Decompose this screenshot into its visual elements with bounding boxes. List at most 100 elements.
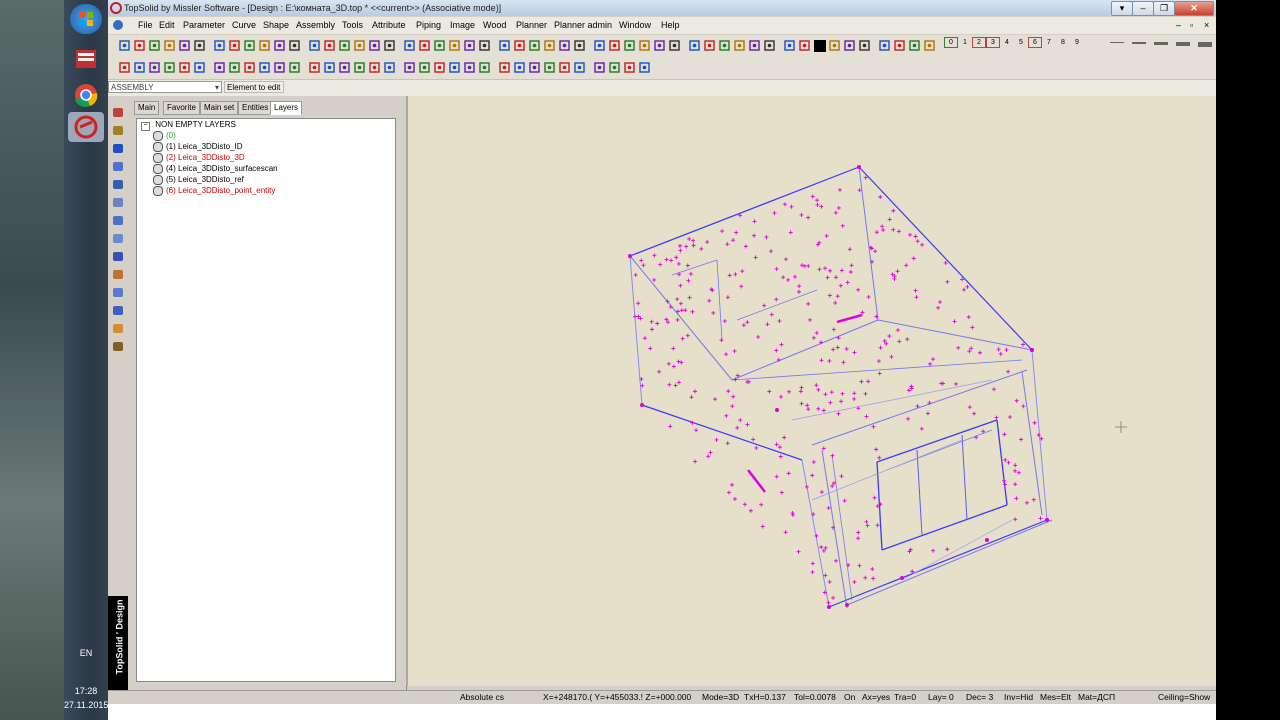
scan-point[interactable]	[945, 547, 950, 552]
scan-point[interactable]	[856, 287, 861, 292]
wireframe-edge[interactable]	[916, 449, 923, 536]
toolbar-tool-icon[interactable]	[243, 61, 256, 74]
toolbar-tool-icon[interactable]	[623, 61, 636, 74]
scan-point[interactable]	[998, 351, 1003, 356]
scan-vertex[interactable]	[827, 605, 831, 609]
scan-point[interactable]	[657, 369, 662, 374]
toolbar-tool-icon[interactable]	[383, 61, 396, 74]
wireframe-edge[interactable]	[731, 319, 879, 381]
scan-point[interactable]	[810, 570, 815, 575]
scan-point[interactable]	[1006, 460, 1011, 465]
toolbar-tool-icon[interactable]	[308, 39, 321, 52]
scan-point[interactable]	[691, 243, 696, 248]
line-width-option[interactable]: 6	[1028, 37, 1042, 48]
menu-shape[interactable]: Shape	[263, 20, 289, 30]
scan-point[interactable]	[852, 396, 857, 401]
scan-point[interactable]	[937, 300, 942, 305]
scan-point[interactable]	[920, 242, 925, 247]
scan-point[interactable]	[810, 473, 815, 478]
toolbar-tool-icon[interactable]	[433, 61, 446, 74]
scan-point[interactable]	[788, 230, 793, 235]
line-style-option[interactable]	[1198, 42, 1212, 47]
scan-point[interactable]	[783, 530, 788, 535]
toolbar-tool-icon[interactable]	[338, 39, 351, 52]
scan-point[interactable]	[719, 338, 724, 343]
graphics-viewport[interactable]	[406, 96, 1218, 686]
start-button[interactable]	[70, 4, 102, 34]
scan-point[interactable]	[825, 275, 830, 280]
scan-point[interactable]	[872, 495, 877, 500]
scan-point[interactable]	[1019, 437, 1024, 442]
scan-point[interactable]	[945, 279, 950, 284]
scan-point[interactable]	[754, 445, 759, 450]
line-width-option[interactable]: 3	[986, 37, 1000, 48]
scan-vertex[interactable]	[857, 165, 861, 169]
scan-point[interactable]	[782, 435, 787, 440]
scan-point[interactable]	[733, 272, 738, 277]
doc-minimize-button[interactable]: –	[1176, 20, 1181, 30]
line-width-option[interactable]: 1	[958, 37, 972, 48]
layer-item[interactable]: (5) Leica_3DDisto_ref	[153, 175, 244, 185]
toolbar-tool-icon[interactable]	[133, 61, 146, 74]
status-lay[interactable]: Lay= 0	[928, 692, 954, 702]
taskbar-topsolid[interactable]	[68, 112, 104, 142]
scan-point[interactable]	[677, 243, 682, 248]
menu-piping[interactable]: Piping	[416, 20, 441, 30]
toolbar-tool-icon[interactable]	[908, 39, 921, 52]
scan-point[interactable]	[679, 360, 684, 365]
scan-point[interactable]	[799, 212, 804, 217]
scan-point[interactable]	[684, 244, 689, 249]
menu-window[interactable]: Window	[619, 20, 651, 30]
scan-point[interactable]	[863, 575, 868, 580]
scan-point[interactable]	[1003, 482, 1008, 487]
scan-point[interactable]	[919, 426, 924, 431]
scan-point[interactable]	[994, 415, 999, 420]
scan-point[interactable]	[913, 234, 918, 239]
toolbar-tool-icon[interactable]	[448, 39, 461, 52]
doc-restore-button[interactable]: ▫	[1190, 20, 1193, 30]
scan-point[interactable]	[633, 272, 638, 277]
scan-point[interactable]	[680, 336, 685, 341]
toolbar-tool-icon[interactable]	[433, 39, 446, 52]
scan-point[interactable]	[828, 400, 833, 405]
scan-point[interactable]	[819, 204, 824, 209]
scan-point[interactable]	[839, 474, 844, 479]
scan-point[interactable]	[914, 295, 919, 300]
wireframe-edge[interactable]	[858, 166, 1033, 351]
scan-point[interactable]	[683, 308, 688, 313]
wireframe-edge[interactable]	[876, 419, 998, 463]
scan-point[interactable]	[1008, 415, 1013, 420]
3d-room-scan[interactable]	[408, 96, 1218, 686]
menu-assembly[interactable]: Assembly	[296, 20, 335, 30]
scan-point[interactable]	[865, 523, 870, 528]
side-tool-icon[interactable]	[111, 160, 125, 173]
toolbar-tool-icon[interactable]	[478, 39, 491, 52]
toolbar-tool-icon[interactable]	[463, 39, 476, 52]
scan-point[interactable]	[891, 208, 896, 213]
toolbar-tool-icon[interactable]	[243, 39, 256, 52]
wireframe-edge[interactable]	[716, 259, 723, 341]
scan-point[interactable]	[866, 294, 871, 299]
scan-point[interactable]	[856, 536, 861, 541]
scan-point[interactable]	[706, 454, 711, 459]
layer-item[interactable]: (1) Leica_3DDisto_ID	[153, 142, 242, 152]
scan-point[interactable]	[730, 482, 735, 487]
scan-point[interactable]	[871, 576, 876, 581]
toolbar-tool-icon[interactable]	[178, 39, 191, 52]
scan-point[interactable]	[725, 441, 730, 446]
scan-point[interactable]	[840, 391, 845, 396]
color-swatch[interactable]	[814, 40, 826, 52]
scan-point[interactable]	[870, 567, 875, 572]
scan-point[interactable]	[819, 490, 824, 495]
toolbar-tool-icon[interactable]	[448, 61, 461, 74]
scan-point[interactable]	[1014, 398, 1019, 403]
toolbar-tool-icon[interactable]	[383, 39, 396, 52]
scan-point[interactable]	[1016, 470, 1021, 475]
scan-point[interactable]	[1024, 500, 1029, 505]
scan-point[interactable]	[805, 403, 810, 408]
scan-point[interactable]	[826, 600, 831, 605]
scan-point[interactable]	[815, 198, 820, 203]
scan-point[interactable]	[804, 484, 809, 489]
toolbar-tool-icon[interactable]	[558, 61, 571, 74]
scan-point[interactable]	[782, 202, 787, 207]
